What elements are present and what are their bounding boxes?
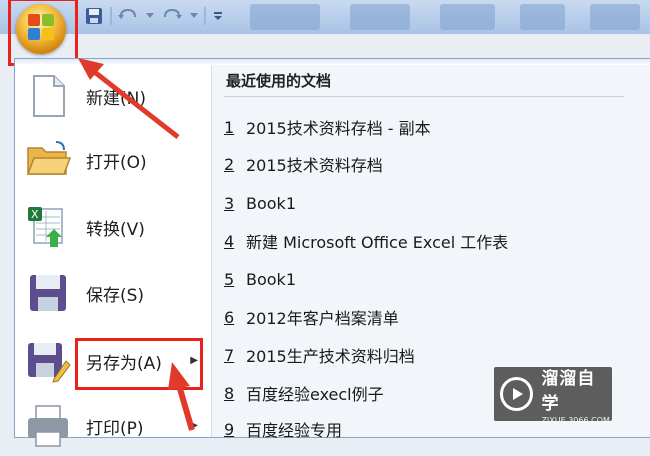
menu-item-label: 打印(P) [86,418,144,439]
menu-item-save[interactable]: 保存(S) [24,263,204,323]
save-icon [86,8,102,24]
recent-document-item[interactable]: 9 百度经验专用 [224,414,342,444]
convert-excel-icon: X [28,207,63,247]
recent-document-item[interactable]: 1 2015技术资料存档 - 副本 [224,112,431,142]
recent-item-name: 百度经验execl例子 [246,385,384,404]
recent-item-number: 9 [224,419,235,439]
menu-item-convert[interactable]: X 转换(V) [24,197,204,257]
title-bar [0,0,650,34]
qat-separator [110,7,112,25]
recent-document-item[interactable]: 5 Book1 [224,264,296,294]
redo-icon [164,8,182,19]
customize-dropdown-icon [214,12,222,20]
recent-item-number: 3 [224,193,235,213]
recent-document-item[interactable]: 2 2015技术资料存档 [224,149,383,179]
svg-text:X: X [31,208,39,221]
recent-document-item[interactable]: 8 百度经验execl例子 [224,378,384,408]
redo-dropdown[interactable] [188,4,200,28]
watermark: 溜溜自学 ZIXUE.3066.COM [494,367,612,425]
qat-separator [204,7,206,25]
recent-item-name: Book1 [246,193,296,213]
recent-item-number: 2 [224,154,235,174]
recent-document-item[interactable]: 6 2012年客户档案清单 [224,302,399,332]
recent-item-name: 2015技术资料存档 [246,156,383,175]
title-bar-blur [520,4,565,30]
recent-item-name: 新建 Microsoft Office Excel 工作表 [246,233,509,252]
save-as-highlight [75,338,203,390]
customize-qat-button[interactable] [210,4,226,28]
recent-item-number: 8 [224,383,235,403]
recent-documents-title: 最近使用的文档 [226,72,332,90]
play-logo-icon [500,377,534,411]
save-quick-button[interactable] [82,4,106,28]
menu-item-print[interactable]: 打印(P) ▶ [24,396,204,456]
watermark-cn: 溜溜自学 [541,368,596,414]
submenu-arrow-icon: ▶ [190,420,198,431]
recent-item-number: 4 [224,231,235,251]
title-bar-blur [250,4,320,30]
menu-item-open[interactable]: 打开(O) [24,130,204,190]
recent-item-name: 2015生产技术资料归档 [246,347,415,366]
undo-dropdown[interactable] [144,4,156,28]
watermark-text: 溜溜自学 ZIXUE.3066.COM [541,364,612,425]
recent-item-number: 5 [224,269,235,289]
recent-item-name: 2015技术资料存档 - 副本 [246,119,431,138]
title-bar-blur [590,4,640,30]
menu-item-label: 打开(O) [86,152,147,173]
quick-access-toolbar [82,3,226,29]
recent-document-item[interactable]: 7 2015生产技术资料归档 [224,340,415,370]
undo-icon [118,8,136,19]
recent-item-name: 百度经验专用 [246,421,343,440]
title-bar-blur [350,4,410,30]
menu-item-label: 新建(N) [86,88,146,109]
menu-item-new[interactable]: 新建(N) [24,66,204,126]
title-bar-blur [440,4,495,30]
open-folder-icon [26,141,72,175]
print-icon [28,405,68,447]
recent-item-number: 6 [224,307,235,327]
recent-item-number: 1 [224,117,235,137]
menu-item-label: 保存(S) [86,285,145,306]
recent-item-name: Book1 [246,269,296,289]
new-document-icon [33,75,65,117]
chevron-down-icon [190,13,198,18]
recent-title-divider [224,96,624,97]
chevron-down-icon [146,13,154,18]
watermark-en: ZIXUE.3066.COM [541,415,610,425]
save-as-icon [28,343,71,383]
menu-item-label: 转换(V) [86,219,145,240]
undo-button[interactable] [116,4,140,28]
recent-document-item[interactable]: 3 Book1 [224,188,296,218]
office-button-highlight [8,0,78,66]
redo-button[interactable] [160,4,184,28]
recent-document-item[interactable]: 4 新建 Microsoft Office Excel 工作表 [224,226,508,256]
save-disk-icon [30,275,66,311]
recent-item-name: 2012年客户档案清单 [246,309,399,328]
recent-item-number: 7 [224,345,235,365]
